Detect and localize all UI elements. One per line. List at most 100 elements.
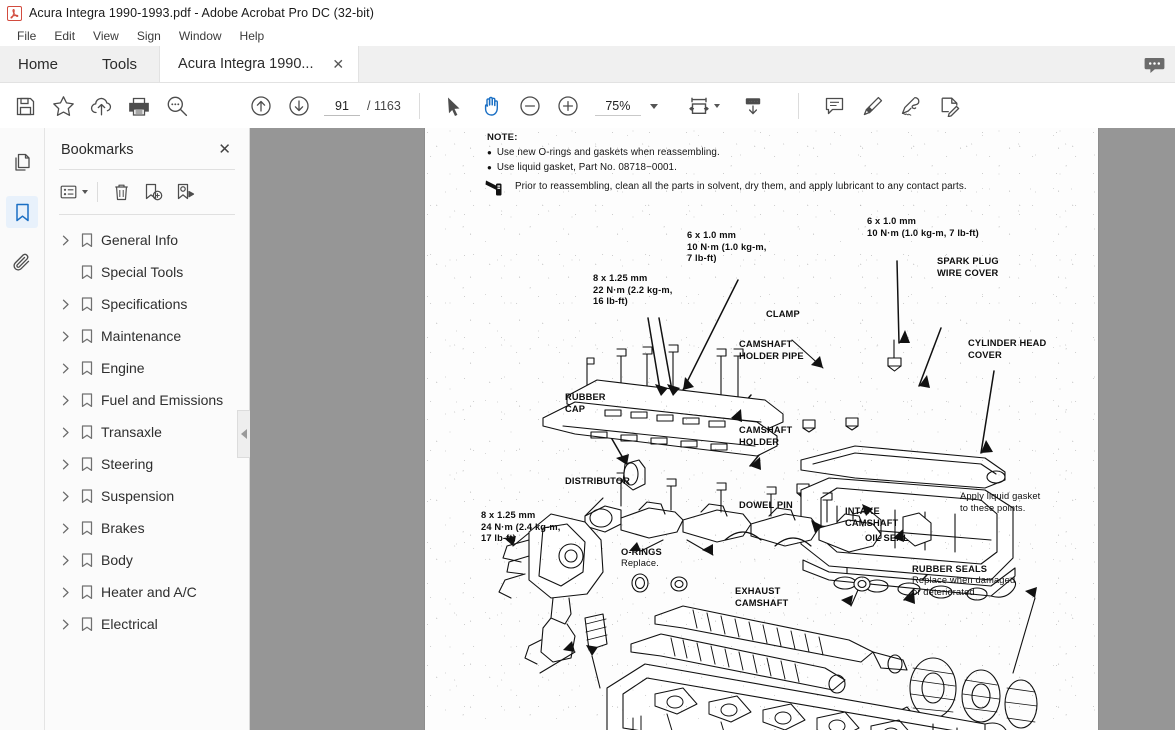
label-camshaft-holder-pipe: CAMSHAFT HOLDER PIPE <box>739 339 804 361</box>
menu-window[interactable]: Window <box>170 28 231 44</box>
minus-circle-icon[interactable] <box>511 87 549 125</box>
bookmarks-list[interactable]: General Info Special Tools Specifications M… <box>45 215 249 730</box>
label-rubber-seals-sub: Replace when damaged or deteriorated. <box>912 575 1016 597</box>
fit-page-chevron-down-icon[interactable] <box>713 104 720 108</box>
menu-sign[interactable]: Sign <box>128 28 170 44</box>
highlighter-icon[interactable] <box>854 87 892 125</box>
magnifier-icon[interactable] <box>158 87 196 125</box>
tab-document[interactable]: Acura Integra 1990... ✕ <box>159 46 360 82</box>
label-o-rings-sub: Replace. <box>621 558 659 569</box>
chevron-right-icon[interactable] <box>59 553 73 567</box>
chevron-down-icon[interactable] <box>82 190 88 194</box>
acrobat-logo-icon <box>7 5 22 21</box>
bookmark-icon <box>79 584 95 600</box>
chevron-right-icon[interactable] <box>59 297 73 311</box>
plus-circle-icon[interactable] <box>549 87 587 125</box>
chevron-right-icon[interactable] <box>59 329 73 343</box>
chevron-right-icon[interactable] <box>59 617 73 631</box>
title-bar: Acura Integra 1990-1993.pdf - Adobe Acro… <box>0 0 1175 26</box>
tab-tools[interactable]: Tools <box>80 46 159 82</box>
bookmark-options-list-icon[interactable] <box>59 179 89 205</box>
bookmark-item-label: Steering <box>101 456 154 472</box>
menu-view[interactable]: View <box>84 28 128 44</box>
arrow-up-circle-icon[interactable] <box>242 87 280 125</box>
chevron-right-icon[interactable] <box>59 489 73 503</box>
new-bookmark-icon[interactable] <box>138 179 168 205</box>
page-scrolling-icon[interactable] <box>734 87 772 125</box>
bookmark-icon[interactable] <box>6 196 38 228</box>
bookmark-icon <box>79 520 95 536</box>
bookmark-icon <box>79 296 95 312</box>
chevron-right-icon[interactable] <box>59 361 73 375</box>
menu-edit[interactable]: Edit <box>45 28 84 44</box>
add-comment-icon[interactable] <box>816 87 854 125</box>
bookmark-item-label: Maintenance <box>101 328 182 344</box>
bookmark-item-label: Fuel and Emissions <box>101 392 224 408</box>
paperclip-icon[interactable] <box>6 246 38 278</box>
bookmark-icon <box>79 392 95 408</box>
star-icon[interactable] <box>44 87 82 125</box>
chevron-right-icon[interactable] <box>59 585 73 599</box>
label-o-rings: O-RINGS Replace. <box>621 535 662 581</box>
bookmark-item-heater-and-a-c[interactable]: Heater and A/C <box>45 576 249 608</box>
trash-icon[interactable] <box>106 179 136 205</box>
bookmark-icon <box>79 456 95 472</box>
label-rubber-cap: RUBBER CAP <box>565 392 606 414</box>
bookmark-icon <box>79 488 95 504</box>
label-oil-seal: OIL SEAL <box>865 533 909 543</box>
bookmark-item-body[interactable]: Body <box>45 544 249 576</box>
fill-and-sign-icon[interactable] <box>930 87 968 125</box>
bookmark-icon <box>79 360 95 376</box>
printer-icon[interactable] <box>120 87 158 125</box>
bookmarks-header: Bookmarks ✕ <box>45 128 249 169</box>
chevron-right-icon[interactable] <box>59 233 73 247</box>
find-bookmark-icon[interactable] <box>170 179 200 205</box>
bookmark-item-brakes[interactable]: Brakes <box>45 512 249 544</box>
cursor-arrow-icon[interactable] <box>435 87 473 125</box>
toolbar-divider-2 <box>797 93 799 119</box>
bookmark-item-engine[interactable]: Engine <box>45 352 249 384</box>
chevron-right-icon[interactable] <box>59 393 73 407</box>
bookmark-item-fuel-and-emissions[interactable]: Fuel and Emissions <box>45 384 249 416</box>
close-icon[interactable]: ✕ <box>328 55 348 73</box>
freehand-draw-icon[interactable] <box>892 87 930 125</box>
label-spark-plug-wire-cover: SPARK PLUG WIRE COVER <box>937 256 999 278</box>
zoom-level-input[interactable] <box>594 96 641 116</box>
hand-tool-icon[interactable] <box>473 87 511 125</box>
save-disk-icon[interactable] <box>6 87 44 125</box>
chevron-down-icon[interactable] <box>649 103 658 109</box>
tab-strip: Home Tools Acura Integra 1990... ✕ <box>0 46 1175 83</box>
collapse-panel-arrow-icon[interactable] <box>237 410 250 458</box>
chevron-right-icon[interactable] <box>59 457 73 471</box>
bookmark-item-general-info[interactable]: General Info <box>45 224 249 256</box>
bookmark-item-steering[interactable]: Steering <box>45 448 249 480</box>
page-thumbnails-icon[interactable] <box>6 146 38 178</box>
chevron-right-icon[interactable] <box>59 425 73 439</box>
tab-home[interactable]: Home <box>0 46 80 82</box>
bookmark-icon <box>79 232 95 248</box>
tab-home-label: Home <box>18 55 59 73</box>
fit-page-icon[interactable] <box>680 87 718 125</box>
page-number-input[interactable] <box>324 96 360 116</box>
bookmark-item-maintenance[interactable]: Maintenance <box>45 320 249 352</box>
menu-file[interactable]: File <box>8 28 45 44</box>
document-viewer[interactable]: NOTE: ● Use new O-rings and gaskets when… <box>250 128 1175 730</box>
bookmark-icon <box>79 552 95 568</box>
cloud-upload-icon[interactable] <box>82 87 120 125</box>
label-o-rings-title: O-RINGS <box>621 546 662 557</box>
close-icon[interactable]: ✕ <box>214 140 235 159</box>
arrow-down-circle-icon[interactable] <box>280 87 318 125</box>
bookmark-item-suspension[interactable]: Suspension <box>45 480 249 512</box>
bookmark-item-electrical[interactable]: Electrical <box>45 608 249 640</box>
page-navigation: / 1163 <box>324 96 401 116</box>
comment-bubble-icon[interactable] <box>1141 54 1167 76</box>
bookmark-item-transaxle[interactable]: Transaxle <box>45 416 249 448</box>
bookmark-item-specifications[interactable]: Specifications <box>45 288 249 320</box>
bookmark-item-label: Body <box>101 552 133 568</box>
menu-help[interactable]: Help <box>231 28 274 44</box>
chevron-right-icon[interactable] <box>59 521 73 535</box>
label-torque-6x10-10nm-left: 6 x 1.0 mm 10 N·m (1.0 kg-m, 7 lb-ft) <box>687 230 767 264</box>
zoom-control <box>594 96 658 116</box>
bookmark-item-special-tools[interactable]: Special Tools <box>45 256 249 288</box>
label-exhaust-camshaft: EXHAUST CAMSHAFT <box>735 586 789 608</box>
